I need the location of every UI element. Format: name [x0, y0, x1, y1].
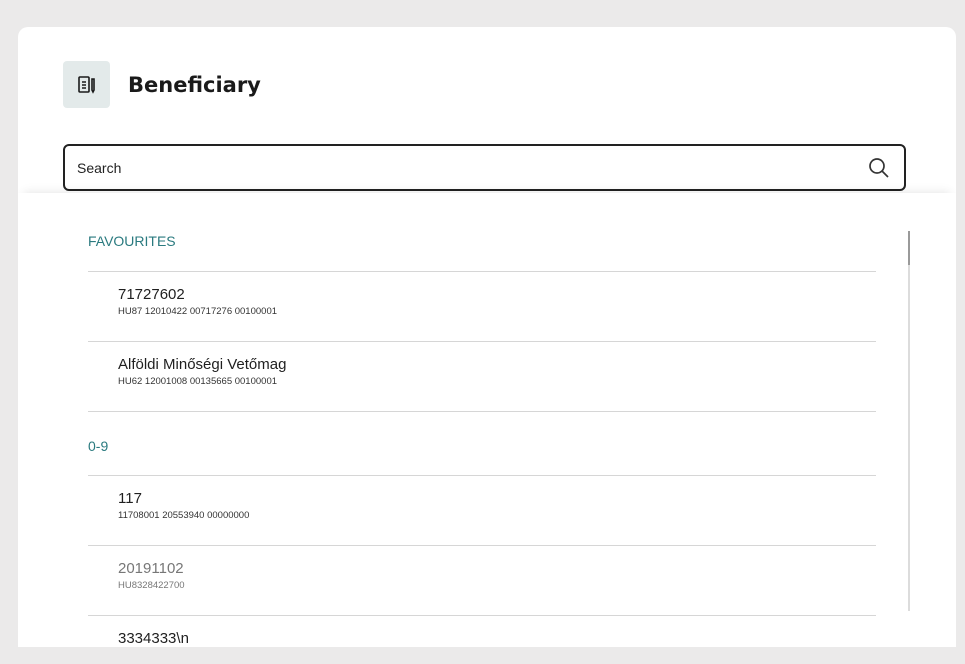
beneficiary-name: 117 [118, 490, 142, 507]
search-field[interactable] [63, 144, 906, 191]
page-title: Beneficiary [128, 72, 261, 97]
scrollbar[interactable] [908, 231, 910, 611]
account-number: 11708001 20553940 00000000 [118, 510, 250, 521]
scrollbar-thumb[interactable] [908, 231, 910, 265]
account-number: HU8328422700 [118, 580, 185, 591]
section-header-0-9: 0-9 [88, 412, 876, 476]
list-item[interactable]: 117 11708001 20553940 00000000 [88, 476, 876, 546]
beneficiary-name: 20191102 [118, 560, 184, 577]
search-input[interactable] [65, 145, 868, 190]
beneficiary-dropdown: FAVOURITES 71727602 HU87 12010422 007172… [18, 193, 956, 647]
account-number: HU62 12001008 00135665 00100001 [118, 376, 278, 387]
beneficiary-name: 71727602 [118, 286, 185, 303]
search-icon[interactable] [868, 157, 890, 179]
beneficiary-list: FAVOURITES 71727602 HU87 12010422 007172… [88, 193, 876, 647]
section-header-favourites: FAVOURITES [88, 193, 876, 272]
beneficiary-name: 3334333\n [118, 630, 189, 647]
list-item[interactable]: 3334333\n [88, 616, 876, 647]
beneficiary-name: Alföldi Minőségi Vetőmag [118, 356, 287, 373]
document-pen-icon [63, 61, 110, 108]
list-item[interactable]: Alföldi Minőségi Vetőmag HU62 12001008 0… [88, 342, 876, 412]
header: Beneficiary [63, 61, 261, 108]
list-item[interactable]: 20191102 HU8328422700 [88, 546, 876, 616]
list-item[interactable]: 71727602 HU87 12010422 00717276 00100001 [88, 272, 876, 342]
beneficiary-card: Beneficiary FAVOURITES 71727602 HU87 120… [18, 27, 956, 647]
account-number: HU87 12010422 00717276 00100001 [118, 306, 278, 317]
